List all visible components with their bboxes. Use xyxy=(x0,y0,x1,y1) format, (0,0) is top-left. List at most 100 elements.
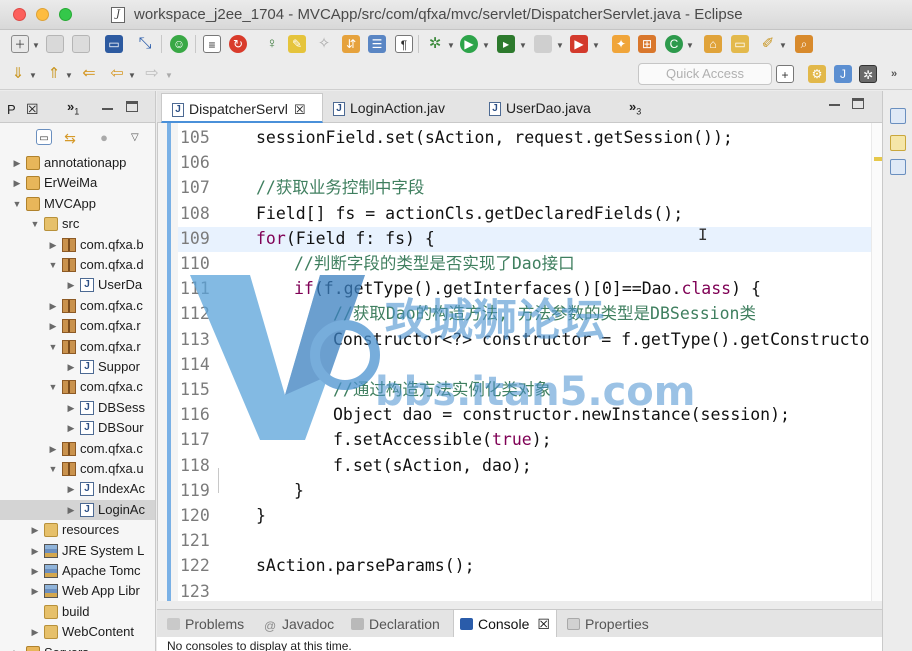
chevron-down-icon[interactable]: ▼ xyxy=(482,41,490,50)
open-type-icon[interactable]: ⇵ xyxy=(342,35,360,53)
tab-package-explorer[interactable]: P xyxy=(7,102,16,117)
chevron-down-icon[interactable]: ▼ xyxy=(32,41,40,50)
wand-icon[interactable]: ✐ xyxy=(759,35,777,53)
tree-item[interactable]: ▶ ErWeiMa xyxy=(0,173,155,193)
code-editor[interactable]: 105 sessionField.set(sAction, request.get… xyxy=(157,123,882,601)
scroll-marker[interactable] xyxy=(874,157,882,161)
tree-item[interactable]: ▼ src xyxy=(0,214,155,234)
chevron-down-icon[interactable]: ▼ xyxy=(29,71,37,80)
tree-item[interactable]: ▶ J DBSess xyxy=(0,398,155,418)
more-editors-button[interactable]: »3 xyxy=(629,99,641,117)
chevron-down-icon[interactable]: ▼ xyxy=(519,41,527,50)
refresh-icon[interactable]: ↻ xyxy=(229,35,247,53)
chevron-right-icon[interactable]: ▶ xyxy=(48,235,58,255)
tab-dispatcher-servlet[interactable]: J DispatcherServl ☒ xyxy=(161,93,323,123)
close-icon[interactable]: ☒ xyxy=(537,616,550,632)
tab-user-dao[interactable]: J UserDao.java xyxy=(485,93,615,123)
tree-item[interactable]: ▶ resources xyxy=(0,520,155,540)
tab-properties[interactable]: Properties xyxy=(567,610,649,638)
tree-item[interactable]: ▶ annotationapp xyxy=(0,153,155,173)
zoom-window-button[interactable] xyxy=(59,8,72,21)
save-icon[interactable] xyxy=(46,35,64,53)
restore-icon[interactable] xyxy=(890,108,906,124)
more-views-button[interactable]: »1 xyxy=(67,99,79,117)
new-package-icon[interactable]: ⊞ xyxy=(638,35,656,53)
chevron-down-icon[interactable]: ▼ xyxy=(48,459,58,479)
tree-item[interactable]: ▼ MVCApp xyxy=(0,194,155,214)
tab-javadoc[interactable]: @ Javadoc xyxy=(264,610,334,638)
maximize-icon[interactable] xyxy=(852,98,864,109)
view-menu-icon[interactable]: ▽ xyxy=(131,132,139,143)
tree-item[interactable]: ▼ com.qfxa.d xyxy=(0,255,155,275)
chevron-right-icon[interactable]: ▶ xyxy=(30,581,40,601)
chevron-right-icon[interactable]: ▶ xyxy=(12,173,22,193)
chevron-right-icon[interactable]: ▶ xyxy=(66,418,76,438)
task-list-icon[interactable]: ☰ xyxy=(368,35,386,53)
debug-icon[interactable]: ✲ xyxy=(426,35,444,53)
brush-icon[interactable]: ✎ xyxy=(288,35,306,53)
tree-item[interactable]: ▶ J LoginAc xyxy=(0,499,155,520)
new-class-icon[interactable]: C xyxy=(665,35,683,53)
tree-item[interactable]: ▶ J DBSour xyxy=(0,418,155,438)
tree-item[interactable]: ▶ com.qfxa.r xyxy=(0,316,155,336)
tab-login-action[interactable]: J LoginAction.jav xyxy=(329,93,479,123)
paragraph-icon[interactable]: ¶ xyxy=(395,35,413,53)
tree-item[interactable]: ▶ com.qfxa.c xyxy=(0,439,155,459)
open-perspective-icon[interactable]: + xyxy=(776,65,794,83)
android-icon[interactable]: ☺ xyxy=(170,35,188,53)
chevron-down-icon[interactable]: ▼ xyxy=(30,214,40,234)
chevron-down-icon[interactable]: ▼ xyxy=(65,71,73,80)
collapse-all-icon[interactable]: ▭ xyxy=(36,129,52,145)
chevron-down-icon[interactable]: ▼ xyxy=(128,71,136,80)
chevron-right-icon[interactable]: ▶ xyxy=(12,643,22,651)
quick-access-input[interactable]: Quick Access xyxy=(638,63,772,85)
back-icon[interactable]: ⇦ xyxy=(108,65,126,83)
next-annotation-icon[interactable]: ⇓ xyxy=(9,65,27,83)
more-perspectives-icon[interactable]: » xyxy=(885,65,903,83)
chevron-down-icon[interactable]: ▼ xyxy=(592,41,600,50)
monitor-icon[interactable]: ▭ xyxy=(105,35,123,53)
tree-item[interactable]: ▼ com.qfxa.r xyxy=(0,337,155,357)
debug-perspective-icon[interactable]: ✲ xyxy=(859,65,877,83)
tab-problems[interactable]: Problems xyxy=(167,610,244,638)
close-window-button[interactable] xyxy=(13,8,26,21)
chevron-right-icon[interactable]: ▶ xyxy=(30,520,40,540)
chevron-down-icon[interactable]: ▼ xyxy=(12,194,22,214)
java-perspective-icon[interactable]: J xyxy=(834,65,852,83)
tree-item[interactable]: ▶ Web App Libr xyxy=(0,581,155,601)
minimize-icon[interactable] xyxy=(102,108,113,110)
tab-console[interactable]: Console ☒ xyxy=(453,610,557,638)
tree-item[interactable]: ▶ Apache Tomc xyxy=(0,561,155,581)
chevron-right-icon[interactable]: ▶ xyxy=(12,153,22,173)
chevron-right-icon[interactable]: ▶ xyxy=(66,275,76,295)
chevron-right-icon[interactable]: ▶ xyxy=(66,398,76,418)
tree-item[interactable]: build xyxy=(0,602,155,622)
link-with-editor-icon[interactable]: ⇆ xyxy=(62,129,78,146)
minimize-window-button[interactable] xyxy=(36,8,49,21)
task-list-icon[interactable] xyxy=(890,159,906,175)
search-folder-icon[interactable]: ⌕ xyxy=(795,35,813,53)
save-all-icon[interactable] xyxy=(72,35,90,53)
last-edit-icon[interactable]: ⇐ xyxy=(80,65,98,83)
chevron-down-icon[interactable]: ▼ xyxy=(779,41,787,50)
tree-item[interactable]: ▶ J IndexAc xyxy=(0,479,155,499)
run-icon[interactable]: ▶ xyxy=(460,35,478,53)
java-ee-perspective-icon[interactable]: ⚙ xyxy=(808,65,826,83)
tree-item[interactable]: ▶ com.qfxa.b xyxy=(0,235,155,255)
close-icon[interactable]: ☒ xyxy=(294,95,306,125)
external-tools-icon[interactable]: ▶ xyxy=(570,35,588,53)
document-icon[interactable]: ≡ xyxy=(203,35,221,53)
chevron-right-icon[interactable]: ▶ xyxy=(30,622,40,642)
chevron-right-icon[interactable]: ▶ xyxy=(30,541,40,561)
tree-item[interactable]: ▶ com.qfxa.c xyxy=(0,296,155,316)
tab-declaration[interactable]: Declaration xyxy=(351,610,440,638)
tree-item[interactable]: ▶ J Suppor xyxy=(0,357,155,377)
lamp-icon[interactable]: ♀ xyxy=(263,35,281,53)
chevron-down-icon[interactable]: ▼ xyxy=(447,41,455,50)
pin-icon[interactable]: ⤡ xyxy=(136,35,154,53)
tree-item[interactable]: ▶ WebContent xyxy=(0,622,155,642)
close-icon[interactable]: ☒ xyxy=(26,101,39,118)
chevron-right-icon[interactable]: ▶ xyxy=(48,316,58,336)
chevron-down-icon[interactable]: ▼ xyxy=(48,255,58,275)
chevron-right-icon[interactable]: ▶ xyxy=(66,500,76,520)
